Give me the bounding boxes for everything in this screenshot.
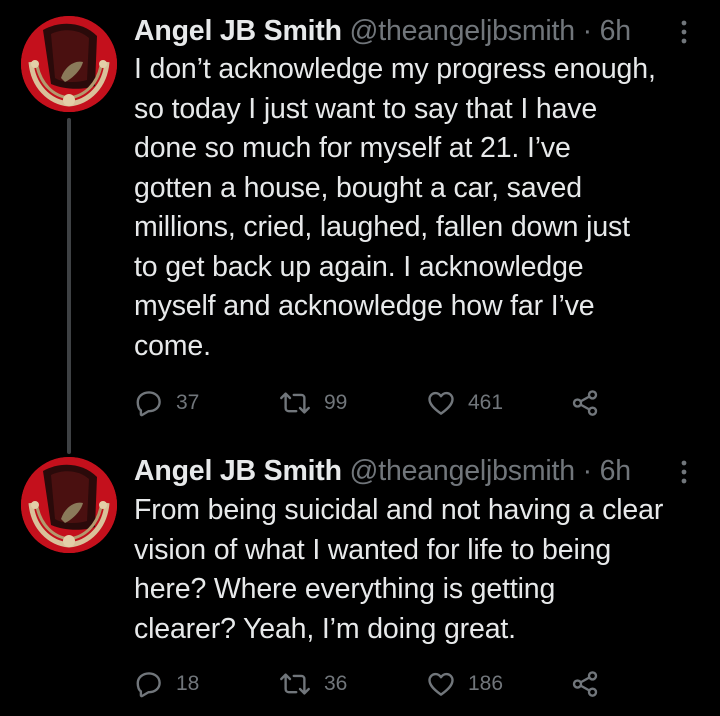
- separator-dot: ·: [582, 455, 593, 487]
- timestamp[interactable]: 6h: [600, 15, 632, 47]
- tweet-text: I don’t acknowledge my progress enough, …: [134, 50, 709, 366]
- tweet-text-line: clearer? Yeah, I’m doing great.: [134, 612, 516, 645]
- heart-icon: [428, 672, 454, 696]
- tweet-text-line: millions, cried, laughed, fallen down ju…: [134, 211, 630, 243]
- tweet-text: From being suicidal and not having a cle…: [134, 491, 709, 649]
- retweet-button[interactable]: 99: [278, 383, 347, 423]
- tweet-header: Angel JB Smith @theangeljbsmith · 6h: [134, 452, 654, 490]
- tweet[interactable]: Angel JB Smith @theangeljbsmith · 6h I d…: [0, 0, 720, 440]
- tweet-text-line: gotten a house, bought a car, saved: [134, 171, 582, 204]
- tweet-text-line: From being suicidal and not having a cle…: [134, 494, 664, 526]
- like-count: 461: [468, 391, 504, 414]
- tweet[interactable]: Angel JB Smith @theangeljbsmith · 6h Fro…: [0, 440, 720, 716]
- reply-button[interactable]: 18: [134, 664, 199, 704]
- reply-count: 37: [176, 391, 200, 414]
- timestamp[interactable]: 6h: [600, 455, 632, 487]
- retweet-icon: [280, 392, 310, 414]
- like-button[interactable]: 461: [426, 383, 503, 423]
- reply-icon: [136, 672, 161, 698]
- tweet-text-line: come.: [134, 329, 211, 362]
- like-count: 186: [468, 672, 504, 695]
- tweet-text-line: vision of what I wanted for life to bein…: [134, 533, 612, 566]
- tweet-text-line: done so much for myself at 21. I’ve: [134, 132, 571, 164]
- like-button[interactable]: 186: [426, 664, 503, 704]
- reply-button[interactable]: 37: [134, 383, 199, 423]
- more-vertical-icon[interactable]: [676, 18, 692, 46]
- heart-icon: [428, 391, 454, 415]
- retweet-button[interactable]: 36: [278, 664, 347, 704]
- retweet-count: 99: [324, 391, 348, 414]
- tweet-actions: 18 36 186: [134, 664, 614, 704]
- separator-dot: ·: [582, 15, 593, 47]
- tweet-actions: 37 99 461: [134, 383, 614, 423]
- reply-icon: [136, 391, 161, 417]
- share-icon: [572, 390, 598, 416]
- more-vertical-icon[interactable]: [676, 458, 692, 486]
- avatar[interactable]: [21, 16, 117, 112]
- user-handle[interactable]: @theangeljbsmith: [350, 15, 576, 47]
- reply-count: 18: [176, 672, 200, 695]
- avatar-image: [21, 16, 117, 112]
- tweet-text-line: myself and acknowledge how far I’ve: [134, 290, 595, 322]
- user-handle[interactable]: @theangeljbsmith: [350, 455, 576, 487]
- share-icon: [572, 671, 598, 697]
- tweet-text-line: to get back up again. I acknowledge: [134, 250, 584, 283]
- retweet-count: 36: [324, 672, 348, 695]
- tweet-text-line: here? Where everything is getting: [134, 573, 556, 605]
- tweet-text-line: so today I just want to say that I have: [134, 92, 598, 125]
- display-name[interactable]: Angel JB Smith: [134, 15, 342, 47]
- tweet-header: Angel JB Smith @theangeljbsmith · 6h: [134, 12, 654, 50]
- display-name[interactable]: Angel JB Smith: [134, 455, 342, 487]
- share-button[interactable]: [570, 383, 600, 423]
- avatar-image: [21, 457, 117, 553]
- tweet-text-line: I don’t acknowledge my progress enough,: [134, 53, 656, 85]
- avatar[interactable]: [21, 457, 117, 553]
- retweet-icon: [280, 673, 310, 695]
- share-button[interactable]: [570, 664, 600, 704]
